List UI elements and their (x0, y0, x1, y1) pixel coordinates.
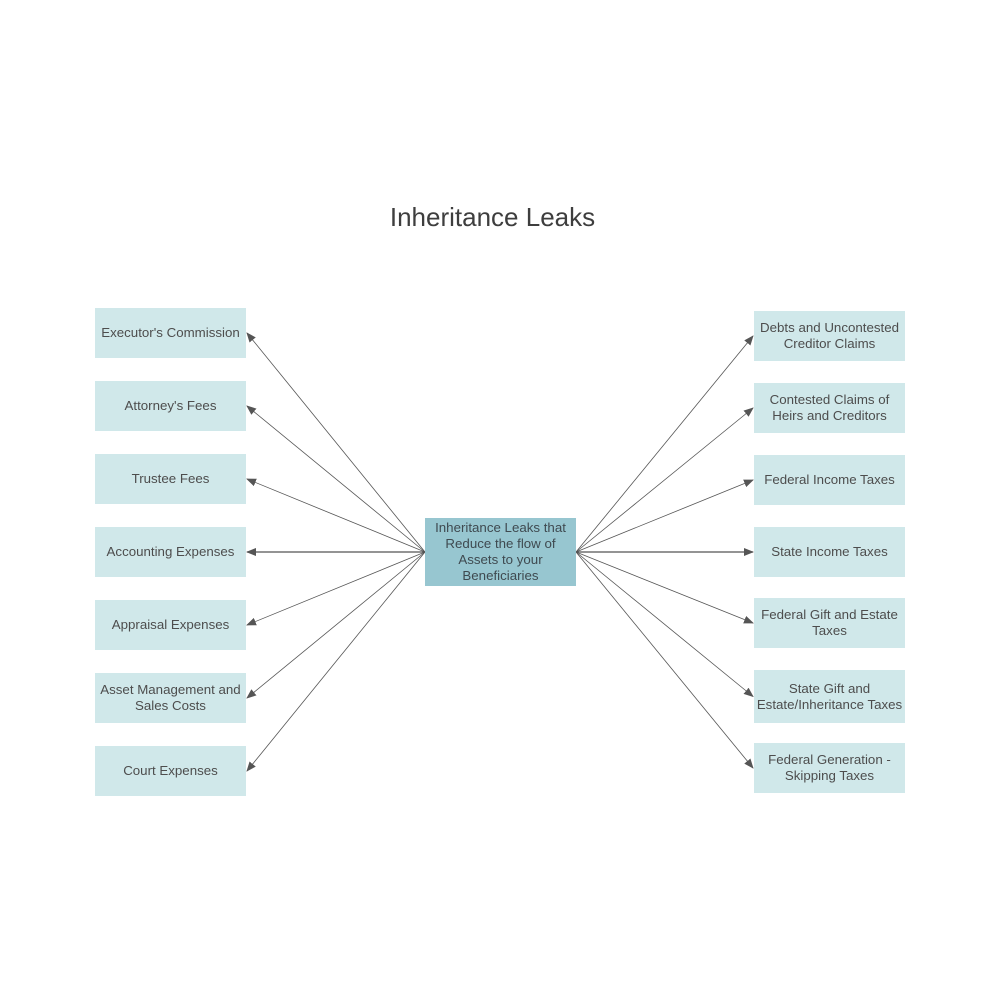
left-node-appraisal-expenses[interactable]: Appraisal Expenses (95, 600, 246, 650)
node-label: Asset Management and Sales Costs (100, 682, 241, 713)
node-label: State Income Taxes (771, 544, 888, 559)
connector-arrow (575, 551, 754, 624)
node-label: Executor's Commission (101, 325, 240, 340)
connector-arrow (246, 551, 426, 626)
center-node[interactable]: Inheritance Leaks that Reduce the flow o… (425, 518, 576, 586)
node-label: Trustee Fees (131, 471, 210, 486)
node-label: Debts and Uncontested Creditor Claims (760, 320, 899, 351)
right-node-state-income-taxes[interactable]: State Income Taxes (754, 527, 905, 577)
connector-arrow (575, 551, 754, 769)
left-node-executors-commission[interactable]: Executor's Commission (95, 308, 246, 358)
connector-arrow (575, 335, 754, 553)
right-node-contested-claims[interactable]: Contested Claims of Heirs and Creditors (754, 383, 905, 433)
node-label: Federal Generation - Skipping Taxes (768, 752, 891, 783)
node-label: State Gift and Estate/Inheritance Taxes (756, 680, 903, 712)
connector-arrow (575, 551, 754, 698)
node-label: Court Expenses (123, 763, 218, 778)
connector-arrow (246, 478, 426, 553)
right-node-federal-gift-estate[interactable]: Federal Gift and Estate Taxes (754, 598, 905, 648)
connector-arrow (246, 332, 426, 553)
node-label: Contested Claims of Heirs and Creditors (769, 392, 890, 423)
left-node-attorneys-fees[interactable]: Attorney's Fees (95, 381, 246, 431)
node-label: Attorney's Fees (124, 398, 217, 413)
connector-arrow (575, 479, 754, 553)
left-node-trustee-fees[interactable]: Trustee Fees (95, 454, 246, 504)
right-node-federal-income-taxes[interactable]: Federal Income Taxes (754, 455, 905, 505)
center-node-label: Inheritance Leaks that Reduce the flow o… (435, 520, 566, 583)
connector-arrow (246, 551, 426, 772)
right-node-state-gift-estate[interactable]: State Gift and Estate/Inheritance Taxes (754, 670, 905, 723)
left-node-accounting-expenses[interactable]: Accounting Expenses (95, 527, 246, 577)
connector-arrow (246, 405, 426, 553)
connector-arrow (246, 551, 426, 699)
node-label: Appraisal Expenses (111, 617, 230, 632)
connector-arrow (575, 407, 754, 553)
node-label: Federal Gift and Estate Taxes (761, 607, 898, 638)
node-label: Accounting Expenses (106, 544, 235, 559)
left-node-asset-management[interactable]: Asset Management and Sales Costs (95, 673, 246, 723)
node-label: Federal Income Taxes (764, 472, 895, 487)
right-node-generation-skipping[interactable]: Federal Generation - Skipping Taxes (754, 743, 905, 793)
right-node-debts-uncontested[interactable]: Debts and Uncontested Creditor Claims (754, 311, 905, 361)
left-node-court-expenses[interactable]: Court Expenses (95, 746, 246, 796)
